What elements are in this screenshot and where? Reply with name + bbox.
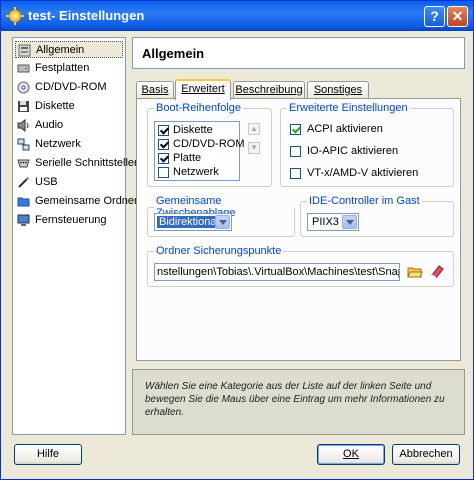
sidebar-item-label: Audio [35,119,64,131]
move-down-button[interactable]: ▼ [248,142,260,154]
sidebar-item-label: Netzwerk [35,138,81,150]
clipboard-value: Bidirektional [157,216,221,228]
chevron-down-icon[interactable] [342,215,357,229]
boot-cd-dvd-checkbox[interactable] [158,139,169,150]
boot-netzwerk-checkbox[interactable] [158,167,169,178]
folder-icon [17,197,30,207]
settings-content: Allgemein Basis Erweitert Beschreibung S… [132,37,465,435]
page-header: Allgemein [132,37,465,69]
boot-item-label: Diskette [173,124,213,136]
network-icon [17,138,30,151]
advanced-settings-legend: Erweiterte Einstellungen [289,102,408,114]
help-title-button[interactable]: ? [424,6,445,27]
io-apic-label: IO-APIC aktivieren [307,145,399,157]
info-text: Wählen Sie eine Kategorie aus der Liste … [145,381,445,418]
usb-icon [18,177,29,188]
page-title: Allgemein [142,46,205,61]
title-bar[interactable]: test- Einstellungen ? ✕ [1,1,473,31]
tab-sonstiges[interactable]: Sonstiges [307,81,369,99]
sidebar-item-label: Fernsteuerung [35,214,107,226]
remote-display-icon [17,214,30,226]
sidebar-item-label: Diskette [35,100,75,112]
gear-icon [18,44,31,57]
eraser-icon[interactable] [429,264,445,280]
sidebar-item-cd-dvd-rom[interactable]: CD/DVD-ROM [15,79,123,96]
snapshot-folder-input[interactable]: nstellungen\Tobias\.VirtualBox\Machines\… [154,263,400,281]
boot-diskette-checkbox[interactable] [158,125,169,136]
sidebar-item-festplatten[interactable]: Festplatten [15,60,123,77]
ok-button[interactable]: OK [317,444,385,465]
tab-panel-erweitert: Boot-Reihenfolge Diskette CD/DVD-ROM Pla… [136,98,461,361]
settings-window: test- Einstellungen ? ✕ Allgemein Festpl… [0,0,474,480]
hard-disk-icon [17,64,30,73]
tab-beschreibung[interactable]: Beschreibung [233,81,305,99]
ide-controller-select[interactable]: PIIX3 [307,213,359,231]
vtx-amdv-label: VT-x/AMD-V aktivieren [307,167,419,179]
vtx-amdv-checkbox[interactable] [290,168,301,179]
tab-label: Erweitert [181,83,225,95]
chevron-down-icon[interactable] [215,215,230,229]
sidebar-item-gemeinsame-ordner[interactable]: Gemeinsame Ordner [15,193,138,210]
tab-label: Sonstiges [313,84,363,96]
boot-item-label: Platte [173,152,202,164]
tab-label: Beschreibung [235,84,303,96]
cancel-button[interactable]: Abbrechen [392,444,460,465]
info-panel: Wählen Sie eine Kategorie aus der Liste … [132,369,465,435]
sidebar-item-label: USB [35,176,58,188]
boot-item-label: Netzwerk [173,166,219,178]
category-list: Allgemein Festplatten CD/DVD-ROM Diskett… [12,37,140,435]
tab-basis[interactable]: Basis [136,81,174,99]
acpi-checkbox[interactable] [290,124,301,135]
ide-controller-value: PIIX3 [312,216,339,228]
boot-order-list[interactable]: Diskette CD/DVD-ROM Platte Netzwerk [154,121,245,181]
io-apic-checkbox[interactable] [290,146,301,157]
snapshot-folder-legend: Ordner Sicherungspunkte [156,245,282,257]
tab-erweitert[interactable]: Erweitert [175,79,231,100]
sidebar-item-label: Allgemein [36,44,85,56]
serial-port-icon [17,159,30,168]
sidebar-item-label: Festplatten [35,62,90,74]
cancel-button-label: Abbrechen [399,448,453,460]
window-title: test- Einstellungen [28,8,145,23]
sidebar-item-netzwerk[interactable]: Netzwerk [15,136,123,153]
sidebar-item-label: Serielle Schnittstellen [35,157,141,169]
sidebar-item-usb[interactable]: USB [15,174,123,191]
boot-order-legend: Boot-Reihenfolge [156,102,242,114]
ok-button-label: OK [343,448,359,460]
boot-platte-checkbox[interactable] [158,153,169,164]
sidebar-item-label: Gemeinsame Ordner [35,195,138,207]
floppy-icon [18,101,29,112]
acpi-label: ACPI aktivieren [307,123,383,135]
help-button-label: Hilfe [36,448,59,460]
help-button[interactable]: Hilfe [14,444,82,465]
sidebar-item-allgemein[interactable]: Allgemein [15,41,123,58]
ide-controller-legend: IDE-Controller im Gast [309,195,420,207]
move-up-button[interactable]: ▲ [248,123,260,135]
folder-open-icon[interactable] [407,264,423,280]
sidebar-item-fernsteuerung[interactable]: Fernsteuerung [15,212,123,229]
sidebar-item-audio[interactable]: Audio [15,117,123,134]
close-window-button[interactable]: ✕ [447,6,468,27]
cd-icon [17,81,30,94]
speaker-icon [17,119,29,132]
clipboard-select[interactable]: Bidirektional [154,213,232,231]
sidebar-item-diskette[interactable]: Diskette [15,98,123,115]
sidebar-item-serielle-schnittstellen[interactable]: Serielle Schnittstellen [15,155,140,172]
sidebar-item-label: CD/DVD-ROM [35,81,107,93]
boot-item-label: CD/DVD-ROM [173,138,245,150]
tab-label: Basis [141,84,169,96]
settings-gear-icon [6,7,24,25]
